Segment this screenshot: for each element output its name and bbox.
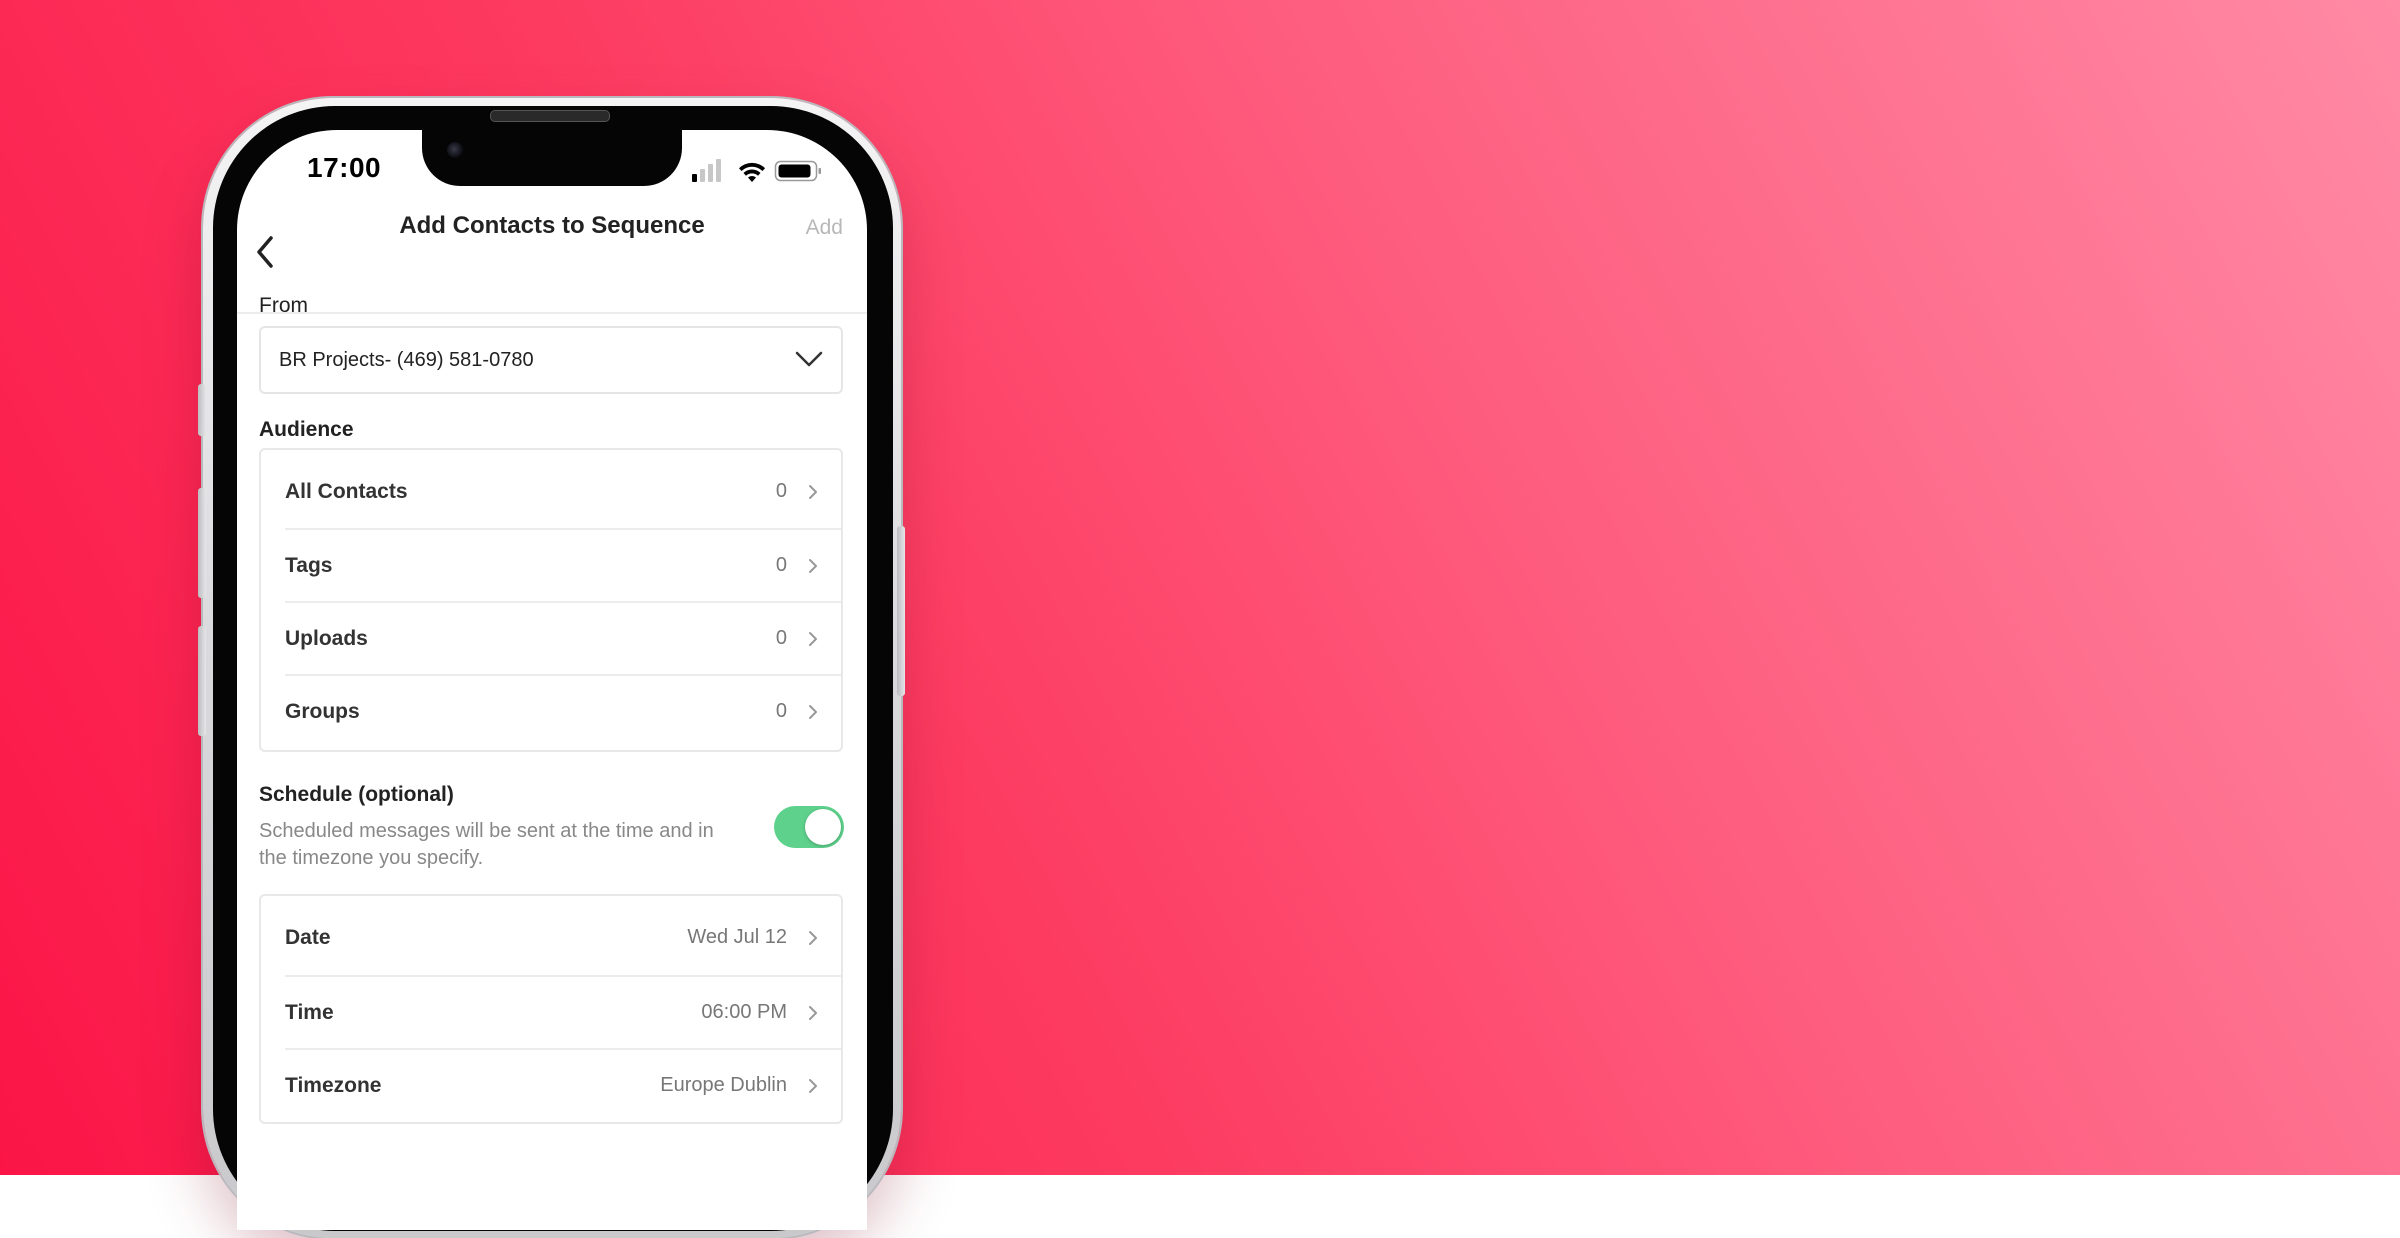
notch — [422, 130, 682, 186]
silent-switch — [198, 384, 206, 436]
chevron-right-icon — [809, 1079, 817, 1093]
add-button[interactable]: Add — [806, 216, 843, 240]
chevron-right-icon — [809, 559, 817, 573]
audience-row-all-contacts[interactable]: All Contacts 0 — [261, 450, 841, 528]
chevron-right-icon — [809, 931, 817, 945]
row-count: 0 — [775, 627, 787, 649]
power-button — [897, 526, 905, 696]
schedule-row-date[interactable]: Date Wed Jul 12 — [261, 896, 841, 975]
row-label: Groups — [285, 700, 360, 723]
schedule-label: Schedule (optional) — [259, 783, 454, 806]
from-select[interactable]: BR Projects- (469) 581-0780 — [259, 326, 843, 394]
volume-down-button — [198, 626, 206, 736]
page-title: Add Contacts to Sequence — [399, 212, 705, 239]
row-count: 0 — [775, 480, 787, 502]
front-camera — [447, 142, 463, 158]
status-time: 17:00 — [307, 152, 382, 183]
toggle-knob — [805, 809, 841, 845]
audience-row-tags[interactable]: Tags 0 — [261, 528, 841, 601]
row-count: 0 — [775, 700, 787, 722]
audience-row-groups[interactable]: Groups 0 — [261, 674, 841, 747]
from-select-value: BR Projects- (469) 581-0780 — [279, 349, 534, 371]
schedule-row-timezone[interactable]: Timezone Europe Dublin — [261, 1048, 841, 1121]
row-label: Tags — [285, 554, 333, 577]
row-value: 06:00 PM — [701, 1001, 787, 1023]
chevron-right-icon — [809, 485, 817, 499]
row-label: Time — [285, 1001, 334, 1024]
schedule-card: Date Wed Jul 12 Time 06:00 PM Timezone E… — [259, 894, 843, 1124]
status-icons — [692, 159, 821, 182]
wifi-icon — [739, 162, 765, 182]
row-count: 0 — [775, 554, 787, 576]
row-label: Date — [285, 926, 331, 949]
chevron-right-icon — [809, 705, 817, 719]
row-label: Uploads — [285, 627, 368, 650]
cellular-signal-icon — [692, 159, 721, 182]
row-label: Timezone — [285, 1074, 382, 1097]
chevron-right-icon — [809, 632, 817, 646]
row-value: Europe Dublin — [660, 1074, 787, 1096]
battery-icon — [774, 160, 821, 182]
row-label: All Contacts — [285, 480, 408, 503]
schedule-row-time[interactable]: Time 06:00 PM — [261, 975, 841, 1048]
chevron-right-icon — [809, 1006, 817, 1020]
volume-up-button — [198, 488, 206, 598]
audience-card: All Contacts 0 Tags 0 Uploads 0 Groups 0 — [259, 448, 843, 752]
earpiece-speaker — [490, 110, 610, 122]
schedule-description: Scheduled messages will be sent at the t… — [259, 820, 714, 869]
audience-label: Audience — [259, 418, 354, 441]
schedule-toggle[interactable] — [774, 806, 844, 848]
chevron-down-icon — [795, 351, 823, 367]
row-value: Wed Jul 12 — [687, 926, 787, 948]
app-screen: 17:00 Add Contacts to Sequence Add From … — [237, 130, 867, 1230]
from-label: From — [259, 294, 308, 317]
audience-row-uploads[interactable]: Uploads 0 — [261, 601, 841, 674]
